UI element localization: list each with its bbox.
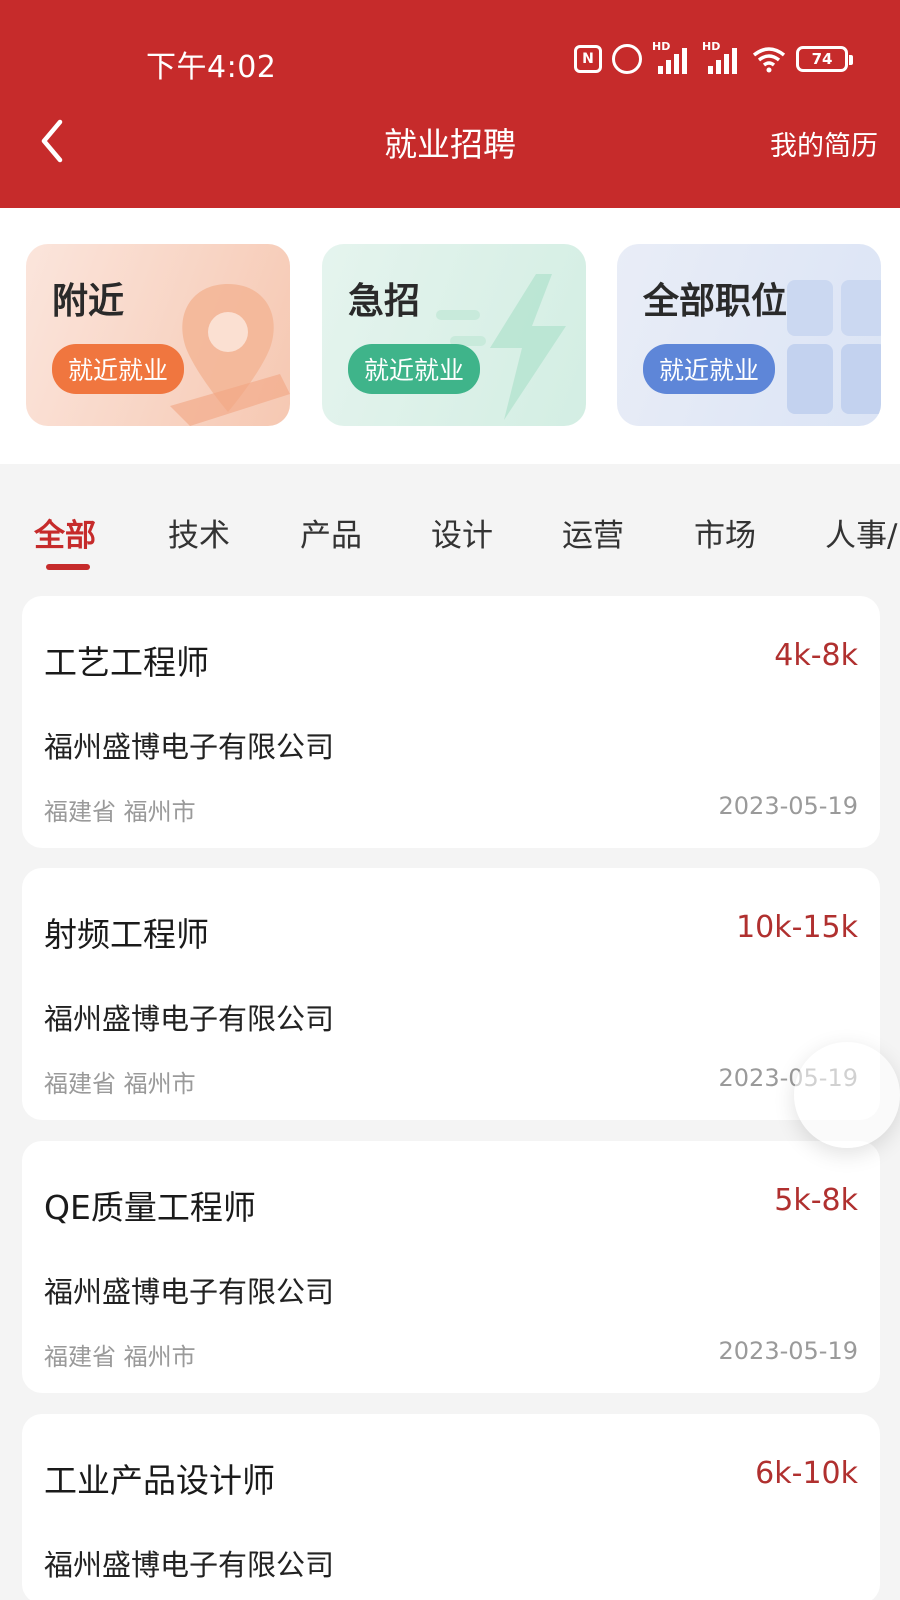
job-location: 福建省 福州市 — [44, 1343, 196, 1371]
job-card[interactable]: QE质量工程师 5k-8k 福州盛博电子有限公司 福建省 福州市 2023-05… — [22, 1141, 880, 1393]
tab-marketing[interactable]: 市场 — [694, 510, 756, 555]
wifi-icon — [752, 45, 786, 73]
category-card-nearby[interactable]: 附近 就近就业 — [26, 244, 290, 426]
category-label: 急招 — [348, 281, 421, 322]
job-company: 福州盛博电子有限公司 — [44, 730, 335, 764]
job-salary: 10k-15k — [736, 910, 858, 945]
category-pill: 就近就业 — [348, 344, 481, 394]
job-date: 2023-05-19 — [718, 792, 858, 820]
job-card[interactable]: 工艺工程师 4k-8k 福州盛博电子有限公司 福建省 福州市 2023-05-1… — [22, 596, 880, 848]
job-salary: 6k-10k — [755, 1456, 858, 1491]
status-icons: N HD HD 74 — [574, 40, 853, 74]
app-header: 下午4:02 N HD HD 74 就业招聘 我的简历 — [0, 0, 900, 208]
category-label: 附近 — [52, 281, 125, 322]
job-title: 射频工程师 — [44, 915, 209, 954]
job-company: 福州盛博电子有限公司 — [44, 1548, 335, 1582]
tab-product[interactable]: 产品 — [300, 510, 362, 555]
job-card[interactable]: 工业产品设计师 6k-10k 福州盛博电子有限公司 — [22, 1414, 880, 1600]
battery-icon: 74 — [796, 46, 853, 72]
job-salary: 5k-8k — [774, 1183, 858, 1218]
active-tab-indicator — [46, 564, 90, 570]
job-category-tabs: 全部 技术 产品 设计 运营 市场 人事/ — [0, 464, 900, 590]
nfc-icon: N — [574, 45, 602, 73]
job-company: 福州盛博电子有限公司 — [44, 1275, 335, 1309]
job-salary: 4k-8k — [774, 638, 858, 673]
status-time: 下午4:02 — [146, 50, 277, 85]
signal-icon-2: HD — [702, 40, 742, 74]
alarm-icon — [612, 44, 642, 74]
page-title: 就业招聘 — [384, 125, 516, 164]
category-label: 全部职位 — [643, 281, 788, 322]
tab-all[interactable]: 全部 — [34, 510, 96, 555]
category-card-urgent[interactable]: 急招 就近就业 — [322, 244, 586, 426]
floating-assist-button[interactable] — [794, 1042, 900, 1148]
category-cards: 附近 就近就业 急招 就近就业 全部职位 就近就业 — [0, 208, 900, 464]
job-company: 福州盛博电子有限公司 — [44, 1002, 335, 1036]
status-bar: 下午4:02 N HD HD 74 — [0, 0, 900, 110]
location-pin-icon — [170, 284, 290, 426]
signal-icon: HD — [652, 40, 692, 74]
job-title: 工艺工程师 — [44, 643, 209, 682]
job-location: 福建省 福州市 — [44, 1070, 196, 1098]
job-location: 福建省 福州市 — [44, 798, 196, 826]
job-date: 2023-05-19 — [718, 1337, 858, 1365]
my-resume-link[interactable]: 我的简历 — [770, 124, 878, 163]
job-card[interactable]: 射频工程师 10k-15k 福州盛博电子有限公司 福建省 福州市 2023-05… — [22, 868, 880, 1120]
category-card-all-jobs[interactable]: 全部职位 就近就业 — [617, 244, 881, 426]
job-title: QE质量工程师 — [44, 1188, 256, 1227]
lightning-icon — [436, 274, 566, 420]
category-pill: 就近就业 — [643, 344, 776, 394]
tab-operations[interactable]: 运营 — [562, 510, 624, 555]
tab-hr[interactable]: 人事/ — [825, 510, 897, 555]
job-title: 工业产品设计师 — [44, 1461, 275, 1500]
tab-design[interactable]: 设计 — [431, 510, 493, 555]
category-pill: 就近就业 — [52, 344, 185, 394]
tab-tech[interactable]: 技术 — [168, 510, 230, 555]
